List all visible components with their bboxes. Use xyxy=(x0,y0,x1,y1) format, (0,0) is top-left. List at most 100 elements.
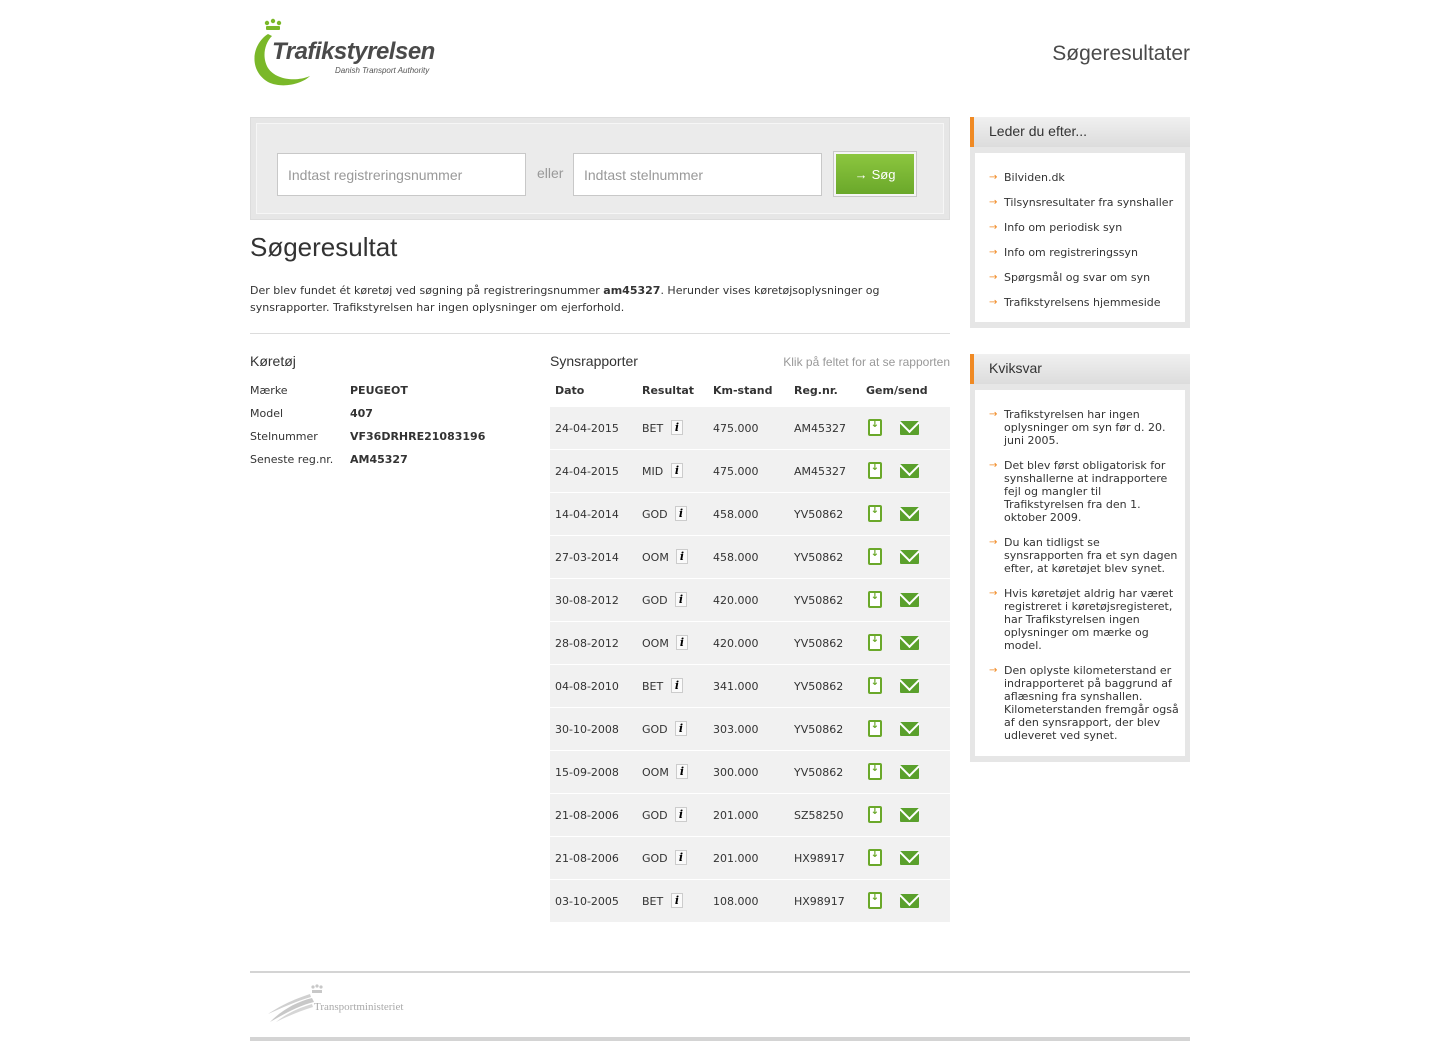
info-icon[interactable]: i xyxy=(675,807,687,822)
email-report-icon[interactable] xyxy=(900,550,919,564)
report-km: 475.000 xyxy=(713,422,759,435)
registration-number-input[interactable] xyxy=(277,153,526,196)
link-registreringssyn[interactable]: → Info om registreringssyn xyxy=(989,246,1179,259)
email-report-icon[interactable] xyxy=(900,722,919,736)
vehicle-value: AM45327 xyxy=(350,453,408,466)
trafikstyrelsen-logo[interactable]: Trafikstyrelsen Danish Transport Authori… xyxy=(250,18,460,88)
info-icon[interactable]: i xyxy=(676,764,688,779)
vehicle-row-model: Model 407 xyxy=(250,407,530,425)
report-km: 341.000 xyxy=(713,680,759,693)
report-row[interactable]: 30-10-2008 GOD i 303.000 YV50862 xyxy=(550,708,950,751)
page: Trafikstyrelsen Danish Transport Authori… xyxy=(250,0,1190,1052)
quick-answer-text: Du kan tidligst se synsrapporten fra et … xyxy=(1004,536,1178,575)
email-report-icon[interactable] xyxy=(900,851,919,865)
save-report-icon[interactable] xyxy=(868,548,882,565)
report-row[interactable]: 27-03-2014 OOM i 458.000 YV50862 xyxy=(550,536,950,579)
save-report-icon[interactable] xyxy=(868,806,882,823)
report-row[interactable]: 15-09-2008 OOM i 300.000 YV50862 xyxy=(550,751,950,794)
info-icon[interactable]: i xyxy=(671,678,683,693)
ministry-logo[interactable]: Transportministeriet xyxy=(268,984,448,1024)
report-result: GOD xyxy=(642,809,668,822)
report-row[interactable]: 24-04-2015 BET i 475.000 AM45327 xyxy=(550,407,950,450)
email-report-icon[interactable] xyxy=(900,765,919,779)
report-date: 27-03-2014 xyxy=(555,551,619,564)
report-km: 475.000 xyxy=(713,465,759,478)
report-row[interactable]: 28-08-2012 OOM i 420.000 YV50862 xyxy=(550,622,950,665)
save-report-icon[interactable] xyxy=(868,419,882,436)
email-report-icon[interactable] xyxy=(900,808,919,822)
report-date: 04-08-2010 xyxy=(555,680,619,693)
footer-divider xyxy=(250,971,1190,973)
column-header-reg: Reg.nr. xyxy=(794,384,838,397)
email-report-icon[interactable] xyxy=(900,679,919,693)
save-report-icon[interactable] xyxy=(868,677,882,694)
arrow-right-icon: → xyxy=(989,172,998,183)
quick-answers-panel: Kviksvar → Trafikstyrelsen har ingen oply… xyxy=(970,354,1190,762)
report-row[interactable]: 14-04-2014 GOD i 458.000 YV50862 xyxy=(550,493,950,536)
link-homepage[interactable]: → Trafikstyrelsens hjemmeside xyxy=(989,296,1179,309)
info-icon[interactable]: i xyxy=(675,592,687,607)
info-icon[interactable]: i xyxy=(671,893,683,908)
arrow-right-icon: → xyxy=(989,409,998,420)
arrow-right-icon: → xyxy=(854,166,868,182)
report-row[interactable]: 04-08-2010 BET i 341.000 YV50862 xyxy=(550,665,950,708)
info-icon[interactable]: i xyxy=(675,506,687,521)
info-icon[interactable]: i xyxy=(671,463,683,478)
email-report-icon[interactable] xyxy=(900,507,919,521)
report-row[interactable]: 21-08-2006 GOD i 201.000 SZ58250 xyxy=(550,794,950,837)
search-panel-inner: eller → Søg xyxy=(256,123,944,214)
report-reg: AM45327 xyxy=(794,422,847,435)
quick-answer-text: Den oplyste kilometerstand er indrapport… xyxy=(1004,664,1179,742)
save-report-icon[interactable] xyxy=(868,634,882,651)
save-report-icon[interactable] xyxy=(868,720,882,737)
save-report-icon[interactable] xyxy=(868,763,882,780)
email-report-icon[interactable] xyxy=(900,421,919,435)
save-report-icon[interactable] xyxy=(868,892,882,909)
page-heading: Søgeresultater xyxy=(1052,42,1190,65)
save-report-icon[interactable] xyxy=(868,462,882,479)
info-icon[interactable]: i xyxy=(676,635,688,650)
link-bilviden[interactable]: → Bilviden.dk xyxy=(989,171,1179,184)
reports-title: Synsrapporter xyxy=(550,353,638,369)
save-report-icon[interactable] xyxy=(868,849,882,866)
email-report-icon[interactable] xyxy=(900,636,919,650)
save-report-icon[interactable] xyxy=(868,591,882,608)
quick-answer-text: Trafikstyrelsen har ingen oplysninger om… xyxy=(1004,408,1166,447)
link-tilsynsresultater[interactable]: → Tilsynsresultater fra synshaller xyxy=(989,196,1179,209)
link-periodisk-syn[interactable]: → Info om periodisk syn xyxy=(989,221,1179,234)
arrow-right-icon: → xyxy=(989,665,998,676)
link-label: Info om registreringssyn xyxy=(1004,246,1138,259)
link-faq[interactable]: → Spørgsmål og svar om syn xyxy=(989,271,1179,284)
vehicle-row-latest-reg: Seneste reg.nr. AM45327 xyxy=(250,453,530,471)
arrow-right-icon: → xyxy=(989,460,998,471)
info-icon[interactable]: i xyxy=(675,721,687,736)
report-reg: AM45327 xyxy=(794,465,847,478)
report-row[interactable]: 21-08-2006 GOD i 201.000 HX98917 xyxy=(550,837,950,880)
report-result: GOD xyxy=(642,723,668,736)
info-icon[interactable]: i xyxy=(676,549,688,564)
email-report-icon[interactable] xyxy=(900,593,919,607)
vehicle-row-chassis: Stelnummer VF36DRHRE21083196 xyxy=(250,430,530,448)
email-report-icon[interactable] xyxy=(900,894,919,908)
chassis-number-input[interactable] xyxy=(573,153,822,196)
report-result: BET xyxy=(642,895,664,908)
email-report-icon[interactable] xyxy=(900,464,919,478)
report-date: 30-08-2012 xyxy=(555,594,619,607)
report-result: OOM xyxy=(642,766,669,779)
quick-answers-body: → Trafikstyrelsen har ingen oplysninger o… xyxy=(975,390,1185,756)
arrow-right-icon: → xyxy=(989,222,998,233)
reports-table-body: 24-04-2015 BET i 475.000 AM45327 24-04-2015 MI… xyxy=(550,407,950,923)
report-row[interactable]: 30-08-2012 GOD i 420.000 YV50862 xyxy=(550,579,950,622)
save-report-icon[interactable] xyxy=(868,505,882,522)
column-header-km: Km-stand xyxy=(713,384,773,397)
search-button[interactable]: → Søg xyxy=(833,151,917,197)
logo-name: Trafikstyrelsen xyxy=(272,38,435,65)
search-button-label: Søg xyxy=(871,166,896,182)
arrow-right-icon: → xyxy=(989,272,998,283)
report-row[interactable]: 24-04-2015 MID i 475.000 AM45327 xyxy=(550,450,950,493)
report-row[interactable]: 03-10-2005 BET i 108.000 HX98917 xyxy=(550,880,950,923)
reports-table: Dato Resultat Km-stand Reg.nr. Gem/send … xyxy=(550,376,950,923)
info-icon[interactable]: i xyxy=(671,420,683,435)
column-header-date: Dato xyxy=(555,384,585,397)
info-icon[interactable]: i xyxy=(675,850,687,865)
